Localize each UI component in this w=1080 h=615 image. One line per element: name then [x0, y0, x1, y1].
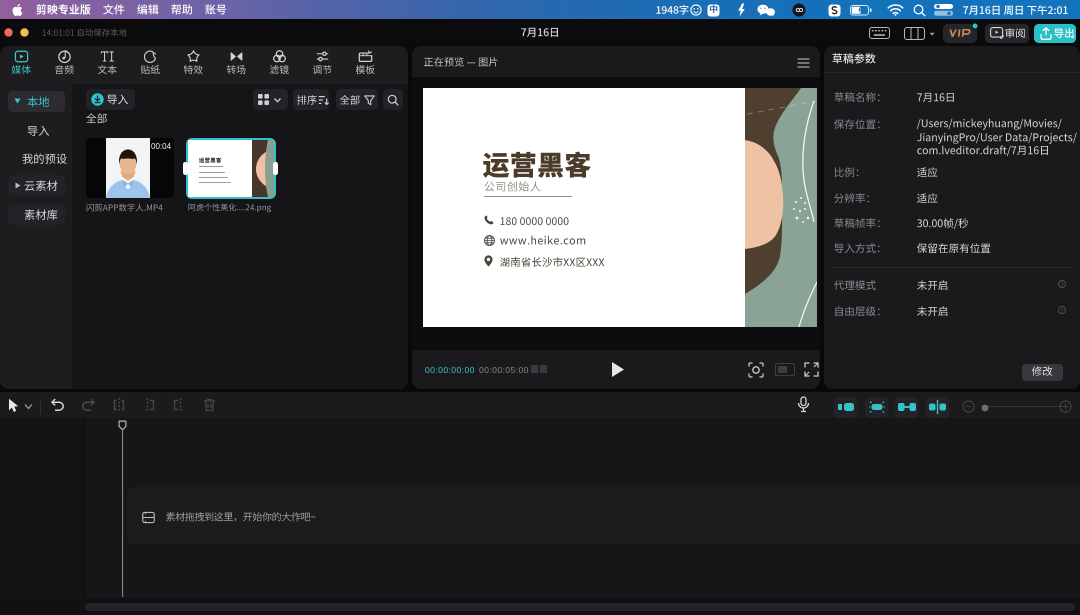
svg-text:?: ? — [1060, 308, 1063, 314]
svg-text:?: ? — [1060, 283, 1063, 289]
